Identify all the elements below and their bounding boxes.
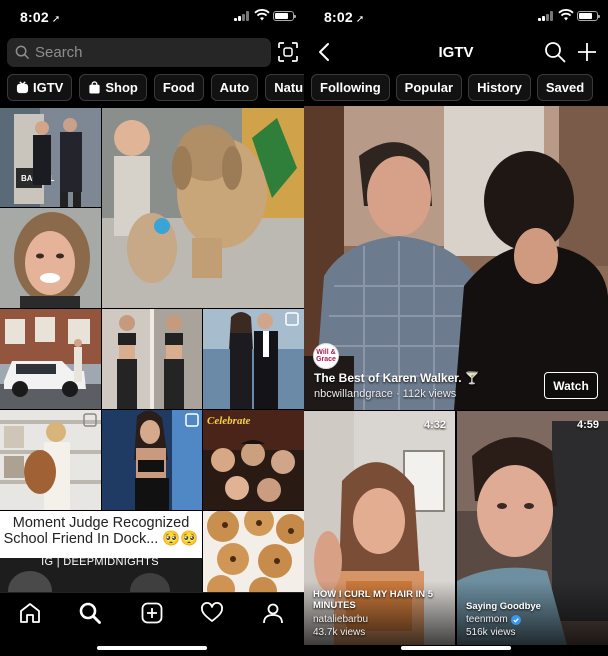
- cellular-signal-icon: [234, 11, 250, 21]
- featured-title: The Best of Karen Walker. 🍸: [314, 371, 480, 385]
- chip-nature[interactable]: Nature: [265, 74, 304, 101]
- search-bar[interactable]: [7, 38, 271, 67]
- watch-button[interactable]: Watch: [544, 372, 598, 399]
- tile-image: BACHEL: [0, 108, 101, 207]
- chip-label: Auto: [219, 80, 250, 95]
- tab-popular[interactable]: Popular: [395, 74, 463, 101]
- explore-screen: 8:02➚ IGTV Shop Food Auto Nature: [0, 0, 304, 656]
- chip-label: IGTV: [33, 80, 64, 95]
- grid-tile[interactable]: [102, 410, 202, 510]
- grid-tile[interactable]: BACHEL: [0, 108, 101, 207]
- featured-meta: nbcwillandgrace · 112k views: [314, 388, 457, 400]
- wifi-icon: [254, 9, 270, 21]
- video-title: HOW I CURL MY HAIR IN 5 MINUTES: [313, 589, 433, 611]
- verified-badge-icon: [510, 614, 521, 625]
- meme-caption: Moment Judge Recognized School Friend In…: [3, 515, 199, 547]
- topic-chips: IGTV Shop Food Auto Nature: [7, 74, 304, 102]
- tile-image: Celebrate: [203, 410, 304, 510]
- igtv-tabs: Following Popular History Saved: [311, 74, 594, 101]
- bottom-tab-bar: [0, 592, 304, 656]
- tab-following[interactable]: Following: [311, 74, 390, 101]
- video-title: Saying Goodbye: [466, 601, 541, 612]
- meme-credit: IG | DEEPMIDNIGHTS: [41, 556, 159, 568]
- video-card[interactable]: 4:59 Saying Goodbye teenmom 516k views: [457, 411, 608, 645]
- channel-name: teenmom: [466, 614, 508, 625]
- status-time: 8:02 ➚: [20, 9, 61, 25]
- tile-image: [0, 208, 101, 308]
- grid-tile[interactable]: [203, 309, 304, 409]
- search-icon: [15, 45, 30, 60]
- scan-icon[interactable]: [277, 41, 299, 63]
- tab-history[interactable]: History: [468, 74, 531, 101]
- status-bar: 8:02 ➚: [304, 0, 608, 34]
- grid-tile[interactable]: [102, 309, 202, 409]
- profile-icon[interactable]: [261, 601, 285, 625]
- add-post-icon[interactable]: [140, 601, 164, 625]
- chip-igtv[interactable]: IGTV: [7, 74, 73, 101]
- search-input[interactable]: [35, 38, 255, 67]
- battery-icon: [577, 11, 600, 21]
- cellular-signal-icon: [538, 11, 554, 21]
- featured-views: 112k views: [402, 388, 457, 400]
- tile-image: [102, 108, 304, 308]
- chip-auto[interactable]: Auto: [210, 74, 259, 101]
- grid-tile[interactable]: [0, 410, 101, 510]
- chip-label: Nature: [274, 80, 304, 95]
- tile-image: [102, 410, 202, 510]
- location-arrow-icon: ➚: [355, 14, 365, 25]
- status-bar: 8:02 ➚: [0, 0, 304, 34]
- wifi-icon: [558, 9, 574, 21]
- search-icon[interactable]: [544, 41, 566, 63]
- igtv-screen: 8:02 ➚ IGTV Following Popular History Sav…: [304, 0, 608, 656]
- status-time: 8:02 ➚: [324, 9, 365, 25]
- video-views: 43.7k views: [313, 627, 366, 638]
- tile-text: Celebrate: [207, 415, 250, 427]
- search-icon[interactable]: [78, 601, 102, 625]
- shop-bag-icon: [89, 81, 100, 94]
- home-indicator: [97, 646, 207, 650]
- grid-tile[interactable]: [203, 511, 304, 592]
- grid-tile[interactable]: [0, 309, 101, 409]
- tile-image: [203, 309, 304, 409]
- tile-image: [203, 511, 304, 592]
- video-duration: 4:32: [423, 419, 446, 431]
- video-duration: 4:59: [576, 419, 599, 431]
- tile-image: [102, 309, 202, 409]
- chip-shop[interactable]: Shop: [79, 74, 147, 101]
- featured-thumbnail: [304, 106, 608, 410]
- video-channel[interactable]: teenmom: [466, 614, 521, 625]
- tile-image: [0, 410, 101, 510]
- tab-saved[interactable]: Saved: [536, 74, 594, 101]
- heart-icon[interactable]: [200, 601, 224, 625]
- battery-icon: [273, 11, 296, 21]
- tile-image: [0, 309, 101, 409]
- plus-icon[interactable]: [576, 41, 598, 63]
- home-indicator: [401, 646, 511, 650]
- home-icon[interactable]: [18, 601, 42, 625]
- featured-video[interactable]: Will & Grace The Best of Karen Walker. 🍸…: [304, 106, 608, 410]
- grid-tile[interactable]: Celebrate: [203, 410, 304, 510]
- grid-tile[interactable]: [102, 108, 304, 308]
- igtv-icon: [16, 81, 29, 94]
- video-channel[interactable]: nataliebarbu: [313, 614, 368, 625]
- grid-tile[interactable]: [0, 208, 101, 308]
- chip-label: Food: [162, 80, 195, 95]
- location-arrow-icon: ➚: [51, 14, 61, 25]
- channel-name: nataliebarbu: [313, 614, 369, 625]
- chip-label: Shop: [105, 80, 138, 95]
- video-card[interactable]: 4:32 HOW I CURL MY HAIR IN 5 MINUTES nat…: [304, 411, 455, 645]
- featured-channel[interactable]: nbcwillandgrace: [314, 388, 393, 400]
- channel-avatar[interactable]: Will & Grace: [313, 343, 339, 369]
- video-views: 516k views: [466, 627, 516, 638]
- chip-food[interactable]: Food: [153, 74, 204, 101]
